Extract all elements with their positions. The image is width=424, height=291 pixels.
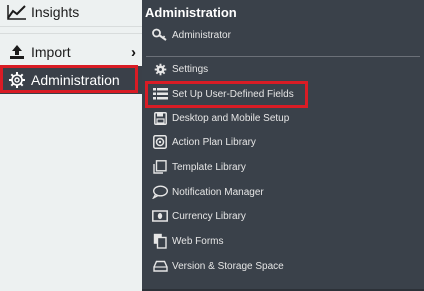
menu-item-insights[interactable]: Insights — [0, 0, 142, 26]
key-icon — [152, 27, 168, 43]
chevron-right-icon: › — [131, 43, 136, 61]
flyout-item-user-defined-fields[interactable]: Set Up User-Defined Fields — [152, 83, 294, 105]
menu-item-administration[interactable]: Administration — [0, 66, 142, 94]
divider — [0, 26, 142, 27]
flyout-item-label: Currency Library — [172, 210, 246, 222]
target-icon — [152, 134, 168, 150]
flyout-item-label: Settings — [172, 63, 209, 75]
flyout-item-version-storage[interactable]: Version & Storage Space — [152, 255, 284, 277]
speech-bubble-icon — [152, 184, 168, 200]
flyout-item-action-plan-library[interactable]: Action Plan Library — [152, 131, 256, 153]
flyout-item-notification-manager[interactable]: Notification Manager — [152, 181, 264, 203]
left-menu: Insights Import › Administration — [0, 0, 142, 291]
flyout-item-label: Template Library — [172, 161, 246, 173]
divider — [0, 33, 142, 34]
gear-icon — [152, 61, 168, 77]
gear-icon — [6, 69, 28, 91]
flyout-item-label: Web Forms — [172, 235, 224, 247]
flyout-item-administrator[interactable]: Administrator — [152, 24, 231, 46]
menu-item-import[interactable]: Import › — [0, 38, 142, 66]
flyout-item-template-library[interactable]: Template Library — [152, 156, 246, 178]
flyout-item-label: Action Plan Library — [172, 136, 256, 148]
menu-item-label: Import — [31, 44, 71, 60]
flyout-item-label: Desktop and Mobile Setup — [172, 112, 290, 124]
currency-icon — [152, 208, 168, 224]
floppy-icon — [152, 110, 168, 126]
flyout-item-currency-library[interactable]: Currency Library — [152, 205, 246, 227]
menu-item-label: Administration — [31, 72, 120, 88]
flyout-item-label: Administrator — [172, 29, 231, 41]
flyout-item-label: Version & Storage Space — [172, 260, 284, 272]
template-icon — [152, 159, 168, 175]
menu-item-label: Insights — [31, 4, 80, 20]
flyout-item-web-forms[interactable]: Web Forms — [152, 230, 224, 252]
flyout-title: Administration — [145, 5, 237, 20]
administration-flyout: Administration Administrator Settings Se… — [142, 0, 424, 291]
chart-line-icon — [6, 1, 28, 23]
document-icon — [152, 233, 168, 249]
storage-icon — [152, 258, 168, 274]
list-icon — [152, 86, 168, 102]
flyout-item-label: Notification Manager — [172, 186, 264, 198]
upload-icon — [6, 41, 28, 63]
flyout-item-label: Set Up User-Defined Fields — [172, 88, 294, 100]
divider — [146, 56, 420, 57]
flyout-item-settings[interactable]: Settings — [152, 58, 208, 80]
flyout-item-desktop-mobile-setup[interactable]: Desktop and Mobile Setup — [152, 107, 289, 129]
